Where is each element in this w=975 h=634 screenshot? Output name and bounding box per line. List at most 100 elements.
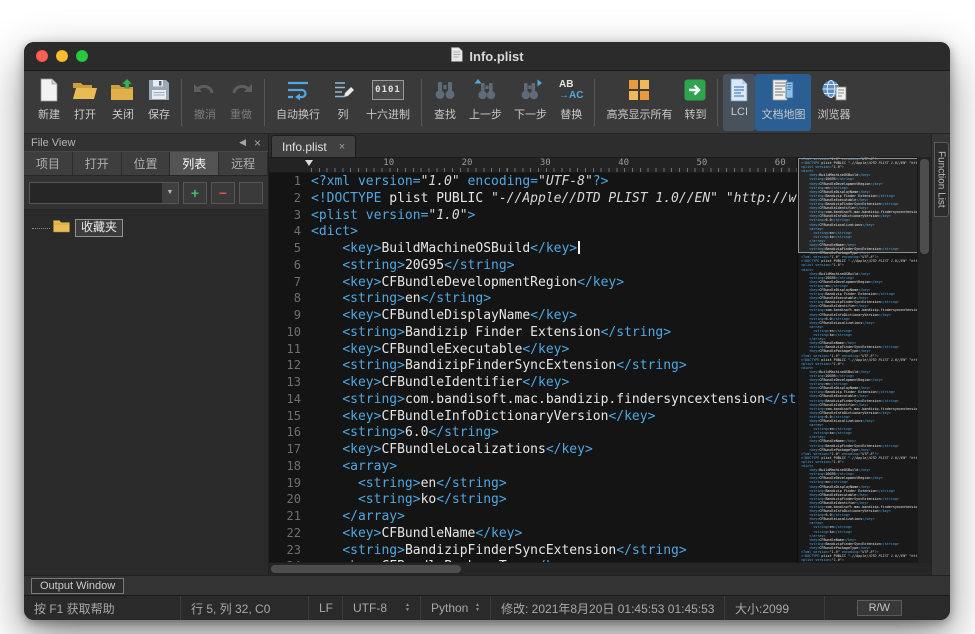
line-number: 17 bbox=[269, 442, 301, 459]
minimap-line: <dict> bbox=[798, 562, 918, 563]
status-caret-position: 行 5, 列 32, C0 bbox=[180, 596, 308, 620]
toolbar-separator bbox=[594, 79, 595, 126]
vertical-scrollbar-thumb[interactable] bbox=[920, 159, 929, 254]
minimize-window-button[interactable] bbox=[56, 50, 68, 62]
find-next-button[interactable]: 下一步 bbox=[508, 74, 553, 131]
toolbar-separator bbox=[264, 79, 265, 126]
minimap-viewport[interactable] bbox=[798, 158, 918, 253]
panel-close-icon[interactable]: × bbox=[254, 136, 261, 150]
panel-collapse-icon[interactable]: ◀ bbox=[239, 137, 246, 148]
tree-branch-line bbox=[32, 228, 50, 229]
tab-close-icon[interactable]: × bbox=[339, 141, 345, 153]
binoculars-icon bbox=[433, 77, 457, 103]
favorites-tree: 收藏夹 bbox=[24, 210, 268, 575]
zoom-window-button[interactable] bbox=[76, 50, 88, 62]
file-view-tab-location[interactable]: 位置 bbox=[122, 152, 171, 175]
redo-button[interactable]: 重做 bbox=[223, 74, 259, 131]
editor-tab-infoplist[interactable]: Info.plist × bbox=[271, 135, 356, 157]
line-number: 10 bbox=[269, 325, 301, 342]
encoding-value: UTF-8 bbox=[353, 601, 387, 615]
add-favorite-button[interactable]: + bbox=[183, 182, 207, 204]
save-icon bbox=[148, 77, 170, 103]
browser-globe-icon bbox=[821, 77, 847, 103]
lci-document-icon bbox=[729, 77, 749, 103]
open-folder-icon bbox=[72, 77, 98, 103]
function-list-tab[interactable]: Function List bbox=[934, 142, 949, 217]
line-number: 20 bbox=[269, 492, 301, 509]
find-previous-button[interactable]: 上一步 bbox=[463, 74, 508, 131]
highlight-grid-icon bbox=[628, 77, 650, 103]
close-folder-icon bbox=[110, 77, 136, 103]
document-icon bbox=[450, 47, 463, 65]
text-caret bbox=[578, 241, 580, 254]
document-map-icon bbox=[771, 77, 795, 103]
line-number: 1 bbox=[269, 174, 301, 191]
open-button[interactable]: 打开 bbox=[66, 74, 104, 131]
replace-icon: AB→AC bbox=[559, 77, 583, 103]
line-number: 4 bbox=[269, 224, 301, 241]
replace-button[interactable]: AB→AC 替换 bbox=[553, 74, 589, 131]
horizontal-scrollbar[interactable] bbox=[269, 562, 931, 575]
hex-view-button[interactable]: 0101 十六进制 bbox=[360, 74, 416, 131]
lci-button[interactable]: LCI bbox=[723, 74, 755, 131]
ruler-number: 10 bbox=[383, 158, 394, 168]
syntax-select[interactable]: Python ▲▼ bbox=[420, 596, 490, 620]
toolbar-separator bbox=[181, 79, 182, 126]
new-file-icon bbox=[39, 77, 59, 103]
column-pen-icon bbox=[332, 77, 354, 103]
hex-icon: 0101 bbox=[372, 77, 404, 103]
toolbar-separator bbox=[717, 79, 718, 126]
file-view-tab-list[interactable]: 列表 bbox=[170, 152, 219, 175]
line-number: 19 bbox=[269, 476, 301, 493]
file-view-title: File View bbox=[31, 137, 75, 149]
document-map-button[interactable]: 文档地图 bbox=[755, 74, 811, 131]
undo-button[interactable]: 撤消 bbox=[187, 74, 223, 131]
line-number: 9 bbox=[269, 308, 301, 325]
remove-favorite-button[interactable]: − bbox=[211, 182, 235, 204]
stepper-icon: ▲▼ bbox=[475, 603, 480, 613]
line-number: 22 bbox=[269, 526, 301, 543]
file-view-tab-remote[interactable]: 远程 bbox=[219, 152, 268, 175]
new-file-button[interactable]: 新建 bbox=[32, 74, 66, 131]
vertical-scrollbar[interactable] bbox=[917, 157, 931, 563]
window-title: Info.plist bbox=[469, 49, 523, 64]
favorites-dropdown[interactable]: ▼ bbox=[29, 182, 179, 204]
status-bar: 按 F1 获取帮助 行 5, 列 32, C0 LF UTF-8 ▲▼ Pyth… bbox=[24, 595, 950, 620]
horizontal-scrollbar-thumb[interactable] bbox=[271, 565, 461, 573]
file-view-tab-open[interactable]: 打开 bbox=[73, 152, 122, 175]
output-window-tab[interactable]: Output Window bbox=[31, 578, 124, 594]
line-number: 3 bbox=[269, 208, 301, 225]
encoding-select[interactable]: UTF-8 ▲▼ bbox=[342, 596, 420, 620]
tree-item-favorites[interactable]: 收藏夹 bbox=[24, 218, 268, 238]
right-dock-strip: Function List bbox=[931, 134, 950, 575]
goto-arrow-icon bbox=[684, 77, 706, 103]
close-file-button[interactable]: 关闭 bbox=[104, 74, 142, 131]
ruler-number: 20 bbox=[462, 158, 473, 168]
title-bar[interactable]: Info.plist bbox=[24, 42, 950, 71]
find-button[interactable]: 查找 bbox=[427, 74, 463, 131]
column-mode-button[interactable]: 列 bbox=[326, 74, 360, 131]
close-window-button[interactable] bbox=[36, 50, 48, 62]
word-wrap-button[interactable]: 自动换行 bbox=[270, 74, 326, 131]
status-eol[interactable]: LF bbox=[308, 596, 342, 620]
save-button[interactable]: 保存 bbox=[142, 74, 176, 131]
traffic-lights bbox=[36, 50, 88, 62]
file-view-tab-project[interactable]: 项目 bbox=[24, 152, 73, 175]
syntax-value: Python bbox=[431, 601, 468, 615]
highlight-all-button[interactable]: 高亮显示所有 bbox=[600, 74, 678, 131]
browser-button[interactable]: 浏览器 bbox=[811, 74, 856, 131]
status-help: 按 F1 获取帮助 bbox=[24, 596, 180, 620]
document-map[interactable]: <?xml version="1.0" encoding="UTF-8"?><!… bbox=[797, 157, 918, 563]
file-view-toolbar: ▼ + − bbox=[24, 176, 268, 210]
chevron-down-icon: ▼ bbox=[162, 183, 178, 203]
goto-button[interactable]: 转到 bbox=[678, 74, 712, 131]
more-options-button[interactable] bbox=[239, 182, 263, 204]
read-write-toggle[interactable]: R/W bbox=[857, 600, 902, 616]
file-view-tabs: 项目 打开 位置 列表 远程 bbox=[24, 151, 268, 176]
editor-tab-label: Info.plist bbox=[282, 140, 327, 154]
redo-icon bbox=[229, 77, 253, 103]
undo-icon bbox=[193, 77, 217, 103]
ruler-number: 60 bbox=[775, 158, 786, 168]
line-number: 21 bbox=[269, 509, 301, 526]
line-number: 5 bbox=[269, 241, 301, 258]
